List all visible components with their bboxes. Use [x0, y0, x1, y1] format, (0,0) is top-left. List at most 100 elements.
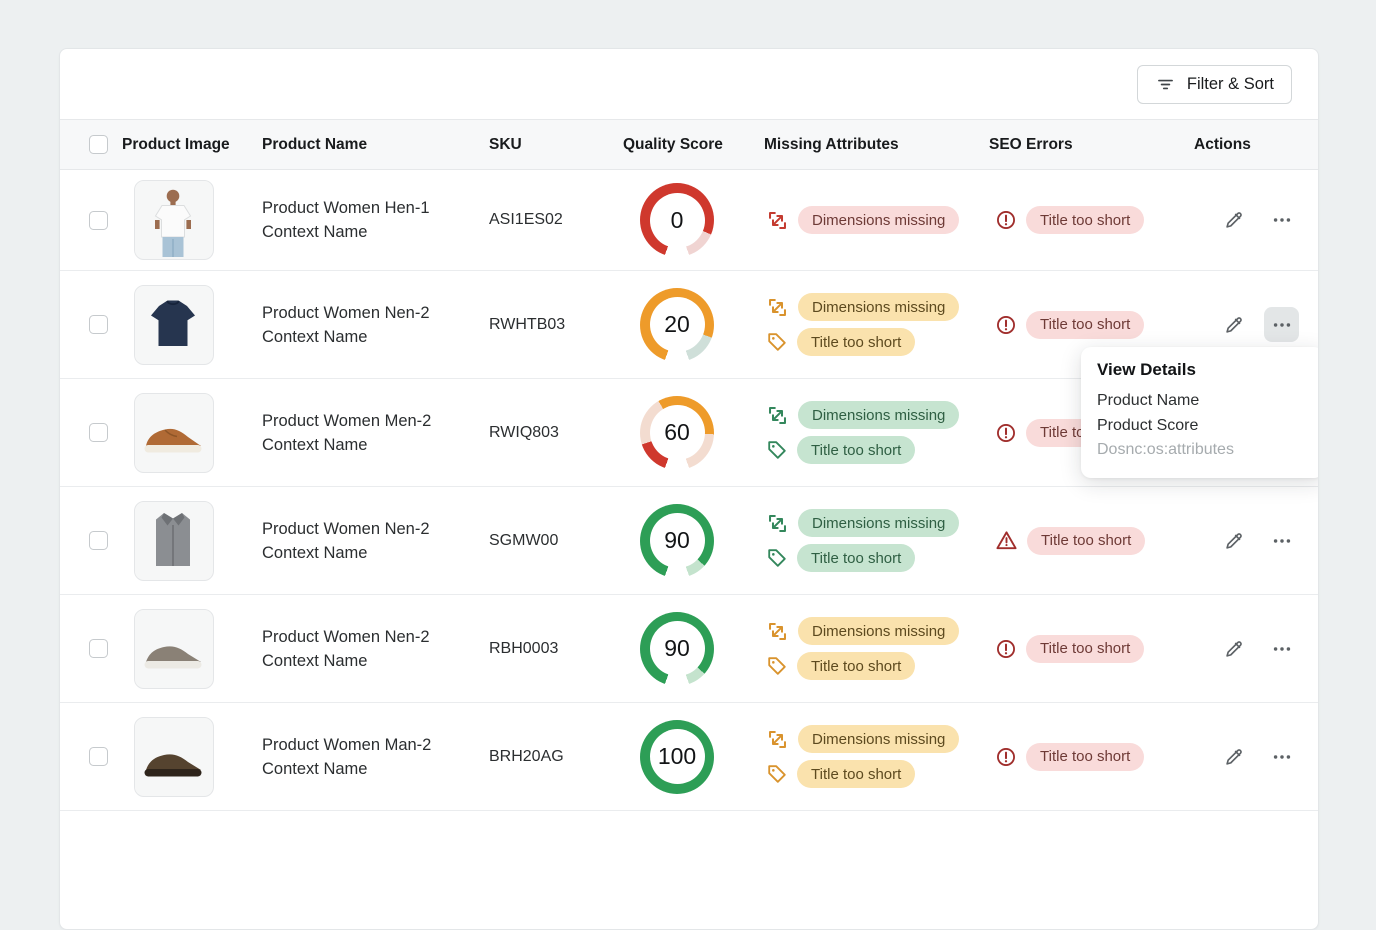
missing-attributes-cell: Dimensions missingTitle too short [764, 725, 989, 788]
missing-attribute-badge: Title too short [797, 652, 915, 680]
shoe-image [134, 717, 214, 797]
more-actions-button[interactable] [1264, 739, 1299, 774]
alert-circle-icon [995, 422, 1017, 444]
product-name: Product Women Men-2Context Name [262, 409, 489, 457]
column-header-actions: Actions [1194, 136, 1318, 154]
tshirt-image [134, 285, 214, 365]
seo-error-badge: Title too short [1026, 743, 1144, 771]
table-header: Product ImageProduct NameSKUQuality Scor… [60, 119, 1318, 170]
quality-score-gauge: 0 [640, 183, 714, 257]
product-sku: SGMW00 [489, 532, 623, 550]
alert-circle-icon [995, 746, 1017, 768]
missing-attribute: Dimensions missing [766, 617, 959, 645]
filter-icon [1155, 74, 1176, 95]
quality-score-gauge: 60 [640, 396, 714, 470]
column-header-product-name: Product Name [262, 136, 489, 154]
quality-score-gauge: 20 [640, 288, 714, 362]
edit-button[interactable] [1216, 203, 1251, 238]
actions-cell [1194, 307, 1318, 342]
product-name: Product Women Nen-2Context Name [262, 517, 489, 565]
quality-score-gauge: 90 [640, 504, 714, 578]
missing-attribute-badge: Title too short [797, 328, 915, 356]
filter-sort-label: Filter & Sort [1187, 75, 1274, 94]
row-checkbox[interactable] [89, 423, 108, 442]
product-sku: RWIQ803 [489, 424, 623, 442]
seo-errors-cell: Title too short [989, 206, 1194, 234]
quality-score-gauge: 90 [640, 612, 714, 686]
product-table-card: Filter & Sort Product ImageProduct NameS… [59, 48, 1319, 930]
actions-cell [1194, 523, 1318, 558]
missing-attribute-badge: Dimensions missing [798, 509, 959, 537]
missing-attribute: Title too short [766, 328, 915, 356]
quality-score-value: 0 [640, 183, 714, 257]
table-row: Product Women Nen-2Context NameSGMW00 90 D… [60, 487, 1318, 595]
missing-attributes-cell: Dimensions missing Title too short [764, 617, 989, 680]
edit-button[interactable] [1216, 523, 1251, 558]
seo-error: Title too short [995, 527, 1145, 555]
missing-attribute: Title too short [766, 760, 915, 788]
seo-error-badge: Title too short [1027, 527, 1145, 555]
expand-arrows-icon [766, 296, 789, 319]
quality-score-value: 60 [640, 396, 714, 470]
missing-attribute-badge: Title too short [797, 436, 915, 464]
tag-icon [766, 439, 788, 461]
quality-score-value: 20 [640, 288, 714, 362]
seo-error-badge: Title too short [1026, 311, 1144, 339]
more-actions-button[interactable] [1264, 203, 1299, 238]
seo-errors-cell: Title too short [989, 311, 1194, 339]
column-header-missing-attributes: Missing Attributes [764, 136, 989, 154]
more-actions-button[interactable] [1264, 307, 1299, 342]
row-checkbox[interactable] [89, 315, 108, 334]
model-tshirt-image [134, 180, 214, 260]
edit-button[interactable] [1216, 631, 1251, 666]
quality-score-value: 90 [640, 504, 714, 578]
missing-attribute: Dimensions missing [766, 206, 959, 234]
row-checkbox[interactable] [89, 211, 108, 230]
row-checkbox[interactable] [89, 531, 108, 550]
column-header-seo-errors: SEO Errors [989, 136, 1194, 154]
quality-score-value: 90 [640, 612, 714, 686]
table-row: Product Women Hen-1Context NameASI1ES020… [60, 170, 1318, 271]
product-sku: ASI1ES02 [489, 211, 623, 229]
actions-cell [1194, 203, 1318, 238]
product-sku: RWHTB03 [489, 316, 623, 334]
menu-item-product-score[interactable]: Product Score [1097, 414, 1308, 439]
missing-attribute-badge: Dimensions missing [798, 206, 959, 234]
expand-arrows-icon [766, 404, 789, 427]
tag-icon [766, 547, 788, 569]
select-all-checkbox[interactable] [89, 135, 108, 154]
actions-cell [1194, 739, 1318, 774]
coat-image [134, 501, 214, 581]
row-checkbox[interactable] [89, 639, 108, 658]
missing-attributes-cell: Dimensions missing Title too short [764, 293, 989, 356]
column-header-sku: SKU [489, 136, 623, 154]
edit-button[interactable] [1216, 739, 1251, 774]
missing-attribute: Dimensions missing [766, 401, 959, 429]
missing-attribute: Title too short [766, 436, 915, 464]
seo-errors-cell: Title too short [989, 527, 1194, 555]
product-sku: RBH0003 [489, 640, 623, 658]
menu-item-product-name[interactable]: Product Name [1097, 389, 1308, 414]
missing-attribute: Dimensions missing [766, 293, 959, 321]
alert-circle-icon [995, 638, 1017, 660]
edit-button[interactable] [1216, 307, 1251, 342]
alert-triangle-icon [995, 529, 1018, 552]
filter-sort-button[interactable]: Filter & Sort [1137, 65, 1292, 104]
seo-error-badge: Title too short [1026, 206, 1144, 234]
column-header-product-image: Product Image [122, 136, 262, 154]
table-row: Product Women Man-2Context NameBRH20AG10… [60, 703, 1318, 811]
quality-score-gauge: 100 [640, 720, 714, 794]
row-checkbox[interactable] [89, 747, 108, 766]
table-body: Product Women Hen-1Context NameASI1ES020… [60, 170, 1318, 811]
expand-arrows-icon [766, 728, 789, 751]
missing-attributes-cell: Dimensions missing Title too short [764, 401, 989, 464]
more-actions-button[interactable] [1264, 523, 1299, 558]
shoe-image [134, 609, 214, 689]
menu-item-dosnc-os-attributes[interactable]: Dosnc:os:attributes [1097, 438, 1308, 463]
missing-attribute-badge: Dimensions missing [798, 401, 959, 429]
missing-attributes-cell: Dimensions missing [764, 206, 989, 234]
missing-attribute-badge: Dimensions missing [798, 617, 959, 645]
missing-attribute-badge: Title too short [797, 760, 915, 788]
more-actions-button[interactable] [1264, 631, 1299, 666]
missing-attribute-badge: Dimensions missing [798, 293, 959, 321]
